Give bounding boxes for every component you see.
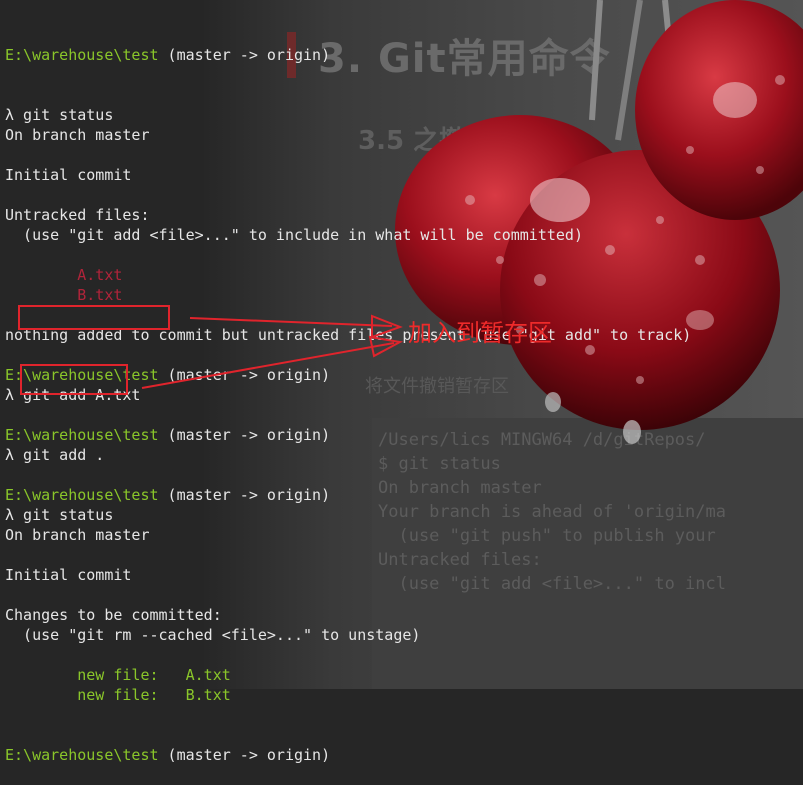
terminal-line: On branch master xyxy=(5,126,150,144)
annotation-label: 加入到暂存区 xyxy=(408,319,552,347)
prompt-path: E:\warehouse\test xyxy=(5,486,159,504)
terminal-line: λ git add . xyxy=(5,446,105,464)
terminal-line: λ git status xyxy=(5,506,114,524)
terminal-line: Initial commit xyxy=(5,166,132,184)
terminal-line: (use "git add <file>..." to include in w… xyxy=(5,226,583,244)
terminal-prompt-line: E:\warehouse\test (master -> origin) xyxy=(5,45,691,65)
terminal-line: Changes to be committed: xyxy=(5,606,222,624)
prompt-branch: (master -> origin) xyxy=(158,46,331,64)
prompt-branch: (master -> origin) xyxy=(158,486,331,504)
terminal-line: On branch master xyxy=(5,526,150,544)
terminal-line: Untracked files: xyxy=(5,206,150,224)
terminal-line: (use "git rm --cached <file>..." to unst… xyxy=(5,626,421,644)
terminal-lines: λ git status On branch master Initial comm… xyxy=(5,105,691,765)
prompt-branch: (master -> origin) xyxy=(158,426,331,444)
prompt-path: E:\warehouse\test xyxy=(5,426,159,444)
terminal-line: new file: A.txt xyxy=(5,666,231,684)
terminal-line: B.txt xyxy=(5,286,123,304)
terminal-line: new file: B.txt xyxy=(5,686,231,704)
terminal-prompt-line: E:\warehouse\test (master -> origin) xyxy=(5,485,691,505)
terminal-line: A.txt xyxy=(5,266,123,284)
terminal-line: Initial commit xyxy=(5,566,132,584)
terminal-line: λ git status xyxy=(5,106,114,124)
prompt-path: E:\warehouse\test xyxy=(5,46,159,64)
prompt-path: E:\warehouse\test xyxy=(5,746,159,764)
terminal-prompt-line: E:\warehouse\test (master -> origin) xyxy=(5,745,691,765)
highlight-git-add-all xyxy=(20,364,128,395)
terminal-prompt-line: E:\warehouse\test (master -> origin) xyxy=(5,425,691,445)
prompt-branch: (master -> origin) xyxy=(158,746,331,764)
terminal-output: E:\warehouse\test (master -> origin) λ g… xyxy=(5,5,691,785)
prompt-branch: (master -> origin) xyxy=(158,366,331,384)
highlight-git-add-file xyxy=(18,305,170,330)
